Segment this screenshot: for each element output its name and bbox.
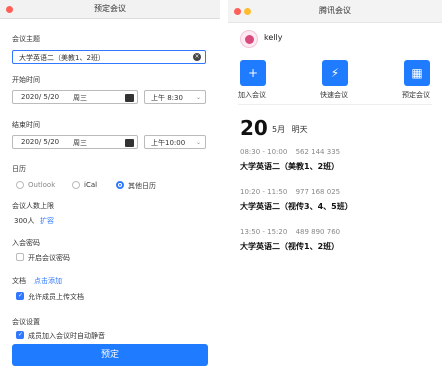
- app-title: 腾讯会议: [319, 6, 351, 15]
- add-docs-link[interactable]: 点击添加: [34, 276, 62, 286]
- end-weekday: 周三: [73, 139, 87, 147]
- start-date: 2020/ 5/20: [21, 93, 60, 101]
- meeting-id: 977 168 025: [295, 188, 341, 196]
- calendar-icon[interactable]: [125, 94, 134, 102]
- schedule-meeting-label: 预定会议: [402, 91, 430, 99]
- password-label: 入会密码: [12, 239, 40, 247]
- calendar-ical-label: iCal: [84, 181, 98, 189]
- date-day: 20: [240, 116, 268, 140]
- chevron-down-icon: ⌄: [195, 139, 201, 146]
- avatar[interactable]: [240, 30, 258, 48]
- start-time-label: 开始时间: [12, 76, 40, 84]
- date-month-text: 5月: [272, 125, 286, 134]
- app: 预定会议 会议主题 大学英语二（美教1、2班） × 开始时间 2020/ 5/2…: [0, 0, 442, 371]
- username: kelly: [264, 33, 283, 42]
- lightning-icon: ⚡: [330, 66, 340, 80]
- divider: [238, 104, 432, 105]
- attendee-limit-value: 300人: [14, 217, 35, 225]
- calendar-outlook-radio[interactable]: [16, 181, 24, 189]
- meeting-id: 562 144 335: [295, 148, 341, 156]
- calendar-icon: ▦: [411, 66, 423, 80]
- right-titlebar: 腾讯会议: [228, 0, 442, 23]
- chevron-down-icon: ⌄: [195, 94, 201, 101]
- window-title: 预定会议: [94, 4, 126, 13]
- attendee-limit-label: 会议人数上限: [12, 202, 54, 210]
- auto-mute-checkbox[interactable]: [16, 331, 24, 339]
- schedule-meeting-button[interactable]: ▦: [404, 60, 430, 86]
- plus-icon: +: [247, 66, 259, 80]
- date-month: 5月 明天: [272, 124, 308, 135]
- start-weekday: 周三: [73, 94, 87, 102]
- allow-upload-label: 允许成员上传文档: [28, 293, 84, 301]
- clear-icon[interactable]: ×: [193, 53, 201, 61]
- topic-value: 大学英语二（美教1、2班）: [19, 54, 105, 62]
- meeting-time-id: 13:50 - 15:20 489 890 760: [240, 228, 340, 236]
- meeting-time: 08:30 - 10:00: [240, 148, 288, 156]
- calendar-outlook-label: Outlook: [28, 181, 56, 189]
- meeting-time-id: 10:20 - 11:50 977 168 025: [240, 188, 340, 196]
- meeting-id: 489 890 760: [295, 228, 341, 236]
- end-time-select[interactable]: 上午10:00 ⌄: [144, 135, 206, 149]
- expand-capacity-link[interactable]: 扩容: [40, 216, 54, 226]
- meeting-time: 13:50 - 15:20: [240, 228, 288, 236]
- allow-upload-checkbox[interactable]: [16, 292, 24, 300]
- calendar-ical-radio[interactable]: [72, 181, 80, 189]
- topic-input[interactable]: 大学英语二（美教1、2班） ×: [12, 50, 206, 64]
- join-meeting-button[interactable]: +: [240, 60, 266, 86]
- tencent-meeting-window: 腾讯会议 kelly + 加入会议 ⚡ 快速会议 ▦ 预定会议 20 5月 明天…: [228, 0, 442, 371]
- join-meeting-label: 加入会议: [238, 91, 266, 99]
- end-date-picker[interactable]: 2020/ 5/20 周三: [12, 135, 138, 149]
- meeting-time-id: 08:30 - 10:00 562 144 335: [240, 148, 340, 156]
- quick-meeting-button[interactable]: ⚡: [322, 60, 348, 86]
- docs-label: 文档: [12, 277, 26, 285]
- calendar-label: 日历: [12, 165, 26, 173]
- date-rel-text: 明天: [291, 125, 308, 134]
- end-date: 2020/ 5/20: [21, 138, 60, 146]
- meeting-title[interactable]: 大学英语二（视传3、4、5班）: [240, 201, 353, 212]
- start-date-picker[interactable]: 2020/ 5/20 周三: [12, 90, 138, 104]
- left-titlebar: 预定会议: [0, 0, 220, 19]
- meeting-title[interactable]: 大学英语二（视传1、2班）: [240, 241, 339, 252]
- meeting-time: 10:20 - 11:50: [240, 188, 288, 196]
- end-time: 上午10:00: [151, 139, 186, 147]
- password-checkbox-label: 开启会议密码: [28, 254, 70, 262]
- calendar-other-label: 其他日历: [128, 182, 156, 190]
- schedule-meeting-window: 预定会议 会议主题 大学英语二（美教1、2班） × 开始时间 2020/ 5/2…: [0, 0, 220, 371]
- end-time-label: 结束时间: [12, 121, 40, 129]
- start-time: 上午 8:30: [151, 94, 183, 102]
- topic-label: 会议主题: [12, 35, 40, 43]
- quick-meeting-label: 快速会议: [320, 91, 348, 99]
- password-checkbox[interactable]: [16, 253, 24, 261]
- settings-label: 会议设置: [12, 318, 40, 326]
- calendar-other-radio[interactable]: [116, 181, 124, 189]
- calendar-icon[interactable]: [125, 139, 134, 147]
- start-time-select[interactable]: 上午 8:30 ⌄: [144, 90, 206, 104]
- schedule-button[interactable]: 预定: [12, 344, 208, 366]
- auto-mute-label: 成员加入会议时自动静音: [28, 332, 105, 340]
- meeting-title[interactable]: 大学英语二（美教1、2班）: [240, 161, 339, 172]
